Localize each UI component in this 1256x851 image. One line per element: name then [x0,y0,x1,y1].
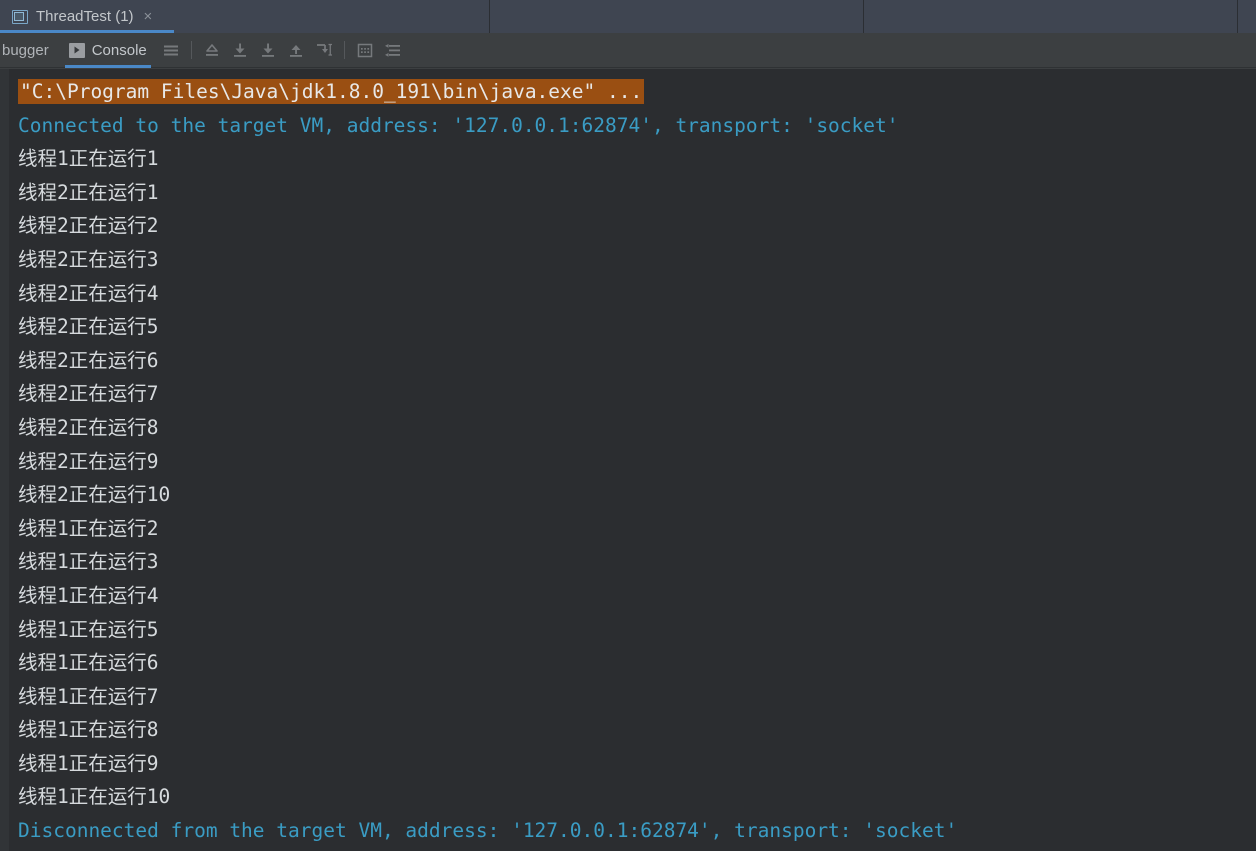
debug-toolbar: bugger Console [0,33,1256,68]
step-up-icon[interactable] [282,37,310,63]
console-command-highlight: "C:\Program Files\Java\jdk1.8.0_191\bin\… [18,79,645,104]
tab-panel-segment-4 [1238,0,1256,33]
console-line: 线程2正在运行5 [18,315,159,339]
step-out-icon[interactable] [198,37,226,63]
tab-active-underline [64,64,151,68]
console-line: 线程2正在运行8 [18,415,159,439]
console-line: 线程2正在运行6 [18,348,159,372]
tab-console[interactable]: Console [59,33,157,68]
tab-console-label: Console [91,41,147,59]
console-line: 线程1正在运行10 [18,785,171,809]
console-line: 线程2正在运行2 [18,214,159,238]
console-line: 线程1正在运行4 [18,583,159,607]
console-line: 线程2正在运行9 [18,449,159,473]
console-lines: "C:\Program Files\Java\jdk1.8.0_191\bin\… [9,69,1256,848]
console-line: 线程2正在运行7 [18,382,159,406]
console-line: 线程2正在运行10 [18,483,171,507]
editor-tab-threadtest[interactable]: ThreadTest (1) × [0,0,174,33]
console-line: "C:\Program Files\Java\jdk1.8.0_191\bin\… [9,75,1256,109]
evaluate-table-icon[interactable] [351,37,379,63]
console-line: 线程1正在运行3 [18,550,159,574]
soft-wrap-icon[interactable] [379,37,407,63]
run-to-cursor-icon[interactable] [310,37,338,63]
run-configuration-icon [12,9,28,24]
console-line: 线程1正在运行8 [18,718,159,742]
toolbar-divider [190,41,192,59]
force-step-into-icon[interactable] [254,37,282,63]
console-line: Connected to the target VM, address: '12… [18,113,899,137]
console-line: 线程2正在运行4 [18,281,159,305]
console-gutter [0,69,9,851]
step-into-icon[interactable] [226,37,254,63]
tab-panel-segment-2 [490,0,864,33]
console-line: 线程1正在运行2 [18,516,159,540]
console-line: 线程1正在运行7 [18,684,159,708]
console-line: 线程1正在运行9 [18,751,159,775]
console-line: 线程1正在运行6 [18,651,159,675]
editor-tab-bar: ThreadTest (1) × [0,0,1256,33]
tab-panel-segment-3 [864,0,1238,33]
tab-debugger[interactable]: bugger [0,42,59,59]
toolbar-divider [343,41,345,59]
console-line: 线程2正在运行1 [18,180,159,204]
console-line: 线程1正在运行5 [18,617,159,641]
close-icon[interactable]: × [144,9,153,24]
run-arrow-icon [68,42,85,58]
console-output-panel[interactable]: "C:\Program Files\Java\jdk1.8.0_191\bin\… [0,69,1256,851]
tab-panel-segment-1: ThreadTest (1) × [0,0,490,33]
editor-tab-label: ThreadTest (1) [36,8,134,25]
console-line: Disconnected from the target VM, address… [18,819,958,843]
menu-lines-icon[interactable] [157,37,185,63]
console-line: 线程1正在运行1 [18,147,159,171]
console-line: 线程2正在运行3 [18,247,159,271]
